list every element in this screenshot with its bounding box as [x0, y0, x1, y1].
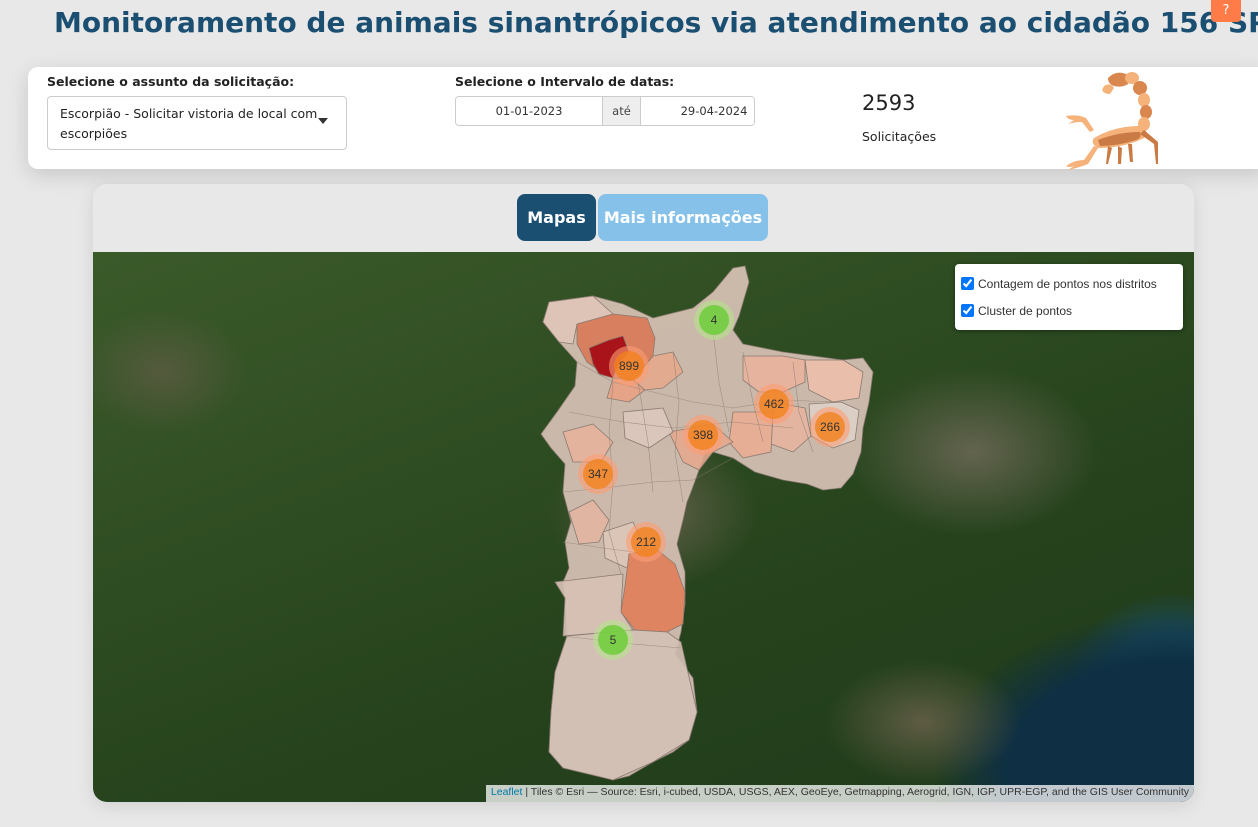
tab-more-info[interactable]: Mais informações [598, 194, 768, 241]
layer-control: Contagem de pontos nos distritos Cluster… [955, 264, 1183, 330]
filter-card: Selecione o assunto da solicitação: Esco… [28, 67, 1258, 170]
cluster-marker[interactable]: 462 [754, 384, 794, 424]
map-panel: Mapas Mais informações 4 899 462 266 398… [93, 184, 1194, 802]
end-date-input[interactable] [641, 97, 754, 125]
layer-label: Contagem de pontos nos distritos [978, 276, 1157, 291]
cluster-marker[interactable]: 398 [683, 415, 723, 455]
cluster-marker[interactable]: 4 [694, 300, 734, 340]
cluster-count: 899 [614, 351, 644, 381]
request-count-label: Solicitações [862, 129, 937, 144]
cluster-count: 5 [598, 625, 628, 655]
cluster-marker[interactable]: 347 [578, 454, 618, 494]
page-title: Monitoramento de animais sinantrópicos v… [54, 6, 1258, 39]
request-count: 2593 [862, 91, 916, 115]
map-canvas[interactable]: 4 899 462 266 398 347 212 5 Contagem de … [93, 252, 1194, 802]
cluster-count: 4 [699, 305, 729, 335]
cluster-marker[interactable]: 5 [593, 620, 633, 660]
layer-label: Cluster de pontos [978, 303, 1073, 318]
date-range-separator: até [602, 97, 641, 125]
attribution-text: | Tiles © Esri — Source: Esri, i-cubed, … [522, 786, 1189, 798]
subject-select[interactable]: Escorpião - Solicitar vistoria de local … [47, 96, 347, 150]
tab-bar: Mapas Mais informações [517, 194, 768, 241]
start-date-input[interactable] [456, 97, 602, 125]
layer-toggle-district-count[interactable]: Contagem de pontos nos distritos [961, 270, 1177, 297]
scorpion-icon [1066, 72, 1158, 170]
cluster-marker[interactable]: 212 [626, 522, 666, 562]
point-cluster-checkbox[interactable] [961, 304, 974, 317]
date-range-picker: até [455, 96, 755, 126]
cluster-count: 212 [631, 527, 661, 557]
subject-select-value: Escorpião - Solicitar vistoria de local … [60, 106, 318, 141]
map-attribution: Leaflet | Tiles © Esri — Source: Esri, i… [485, 785, 1194, 802]
cluster-count: 266 [815, 412, 845, 442]
cluster-count: 462 [759, 389, 789, 419]
subject-label: Selecione o assunto da solicitação: [47, 74, 295, 89]
layer-toggle-point-cluster[interactable]: Cluster de pontos [961, 297, 1177, 324]
cluster-marker[interactable]: 899 [609, 346, 649, 386]
cluster-count: 347 [583, 459, 613, 489]
district-count-checkbox[interactable] [961, 277, 974, 290]
tab-maps[interactable]: Mapas [517, 194, 596, 241]
cluster-count: 398 [688, 420, 718, 450]
chevron-down-icon [318, 118, 328, 124]
cluster-marker[interactable]: 266 [810, 407, 850, 447]
help-button[interactable]: ? [1211, 0, 1241, 22]
date-range-label: Selecione o Intervalo de datas: [455, 74, 675, 89]
leaflet-link[interactable]: Leaflet [491, 786, 523, 798]
